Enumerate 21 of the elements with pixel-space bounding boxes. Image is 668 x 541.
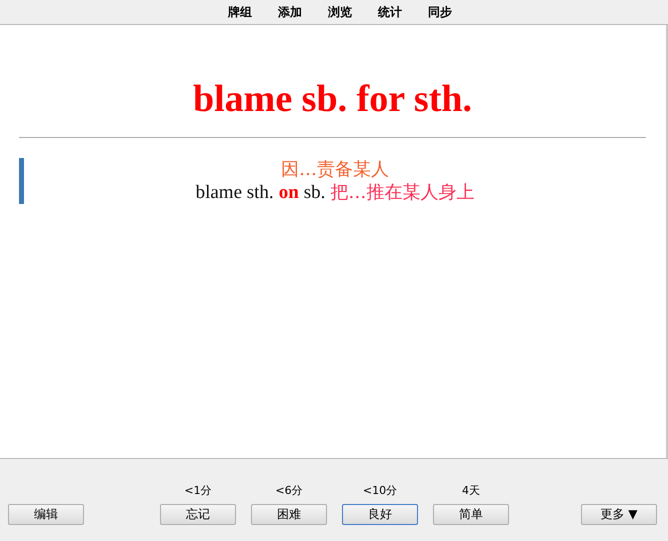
menu-link[interactable]: 统计 xyxy=(378,4,402,20)
answer-button[interactable]: 良好 xyxy=(342,504,418,525)
answer-button[interactable]: 忘记 xyxy=(160,504,236,525)
menu-link[interactable]: 浏览 xyxy=(328,4,352,20)
keyword-text: on xyxy=(278,181,299,204)
interval-label: <10分 xyxy=(362,483,398,498)
meaning-text: 因…责备某人 xyxy=(281,158,389,181)
menu-link[interactable]: 添加 xyxy=(278,4,302,20)
answer-button[interactable]: 简单 xyxy=(433,504,509,525)
edit-button[interactable]: 编辑 xyxy=(8,504,84,525)
answer-button[interactable]: 困难 xyxy=(251,504,327,525)
interval-label: 4天 xyxy=(462,483,480,498)
phrase-text: blame sth. xyxy=(196,181,274,204)
card-front-text: blame sb. for sth. xyxy=(192,80,474,118)
menu-link[interactable]: 同步 xyxy=(428,4,452,20)
meaning-text: 把…推在某人身上 xyxy=(330,181,474,204)
interval-label: <6分 xyxy=(275,483,303,498)
menu-link[interactable]: 牌组 xyxy=(228,4,252,20)
interval-label: <1分 xyxy=(184,483,212,498)
more-button[interactable]: 更多 ▼ xyxy=(581,504,657,525)
phrase-text: sb. xyxy=(304,181,326,204)
